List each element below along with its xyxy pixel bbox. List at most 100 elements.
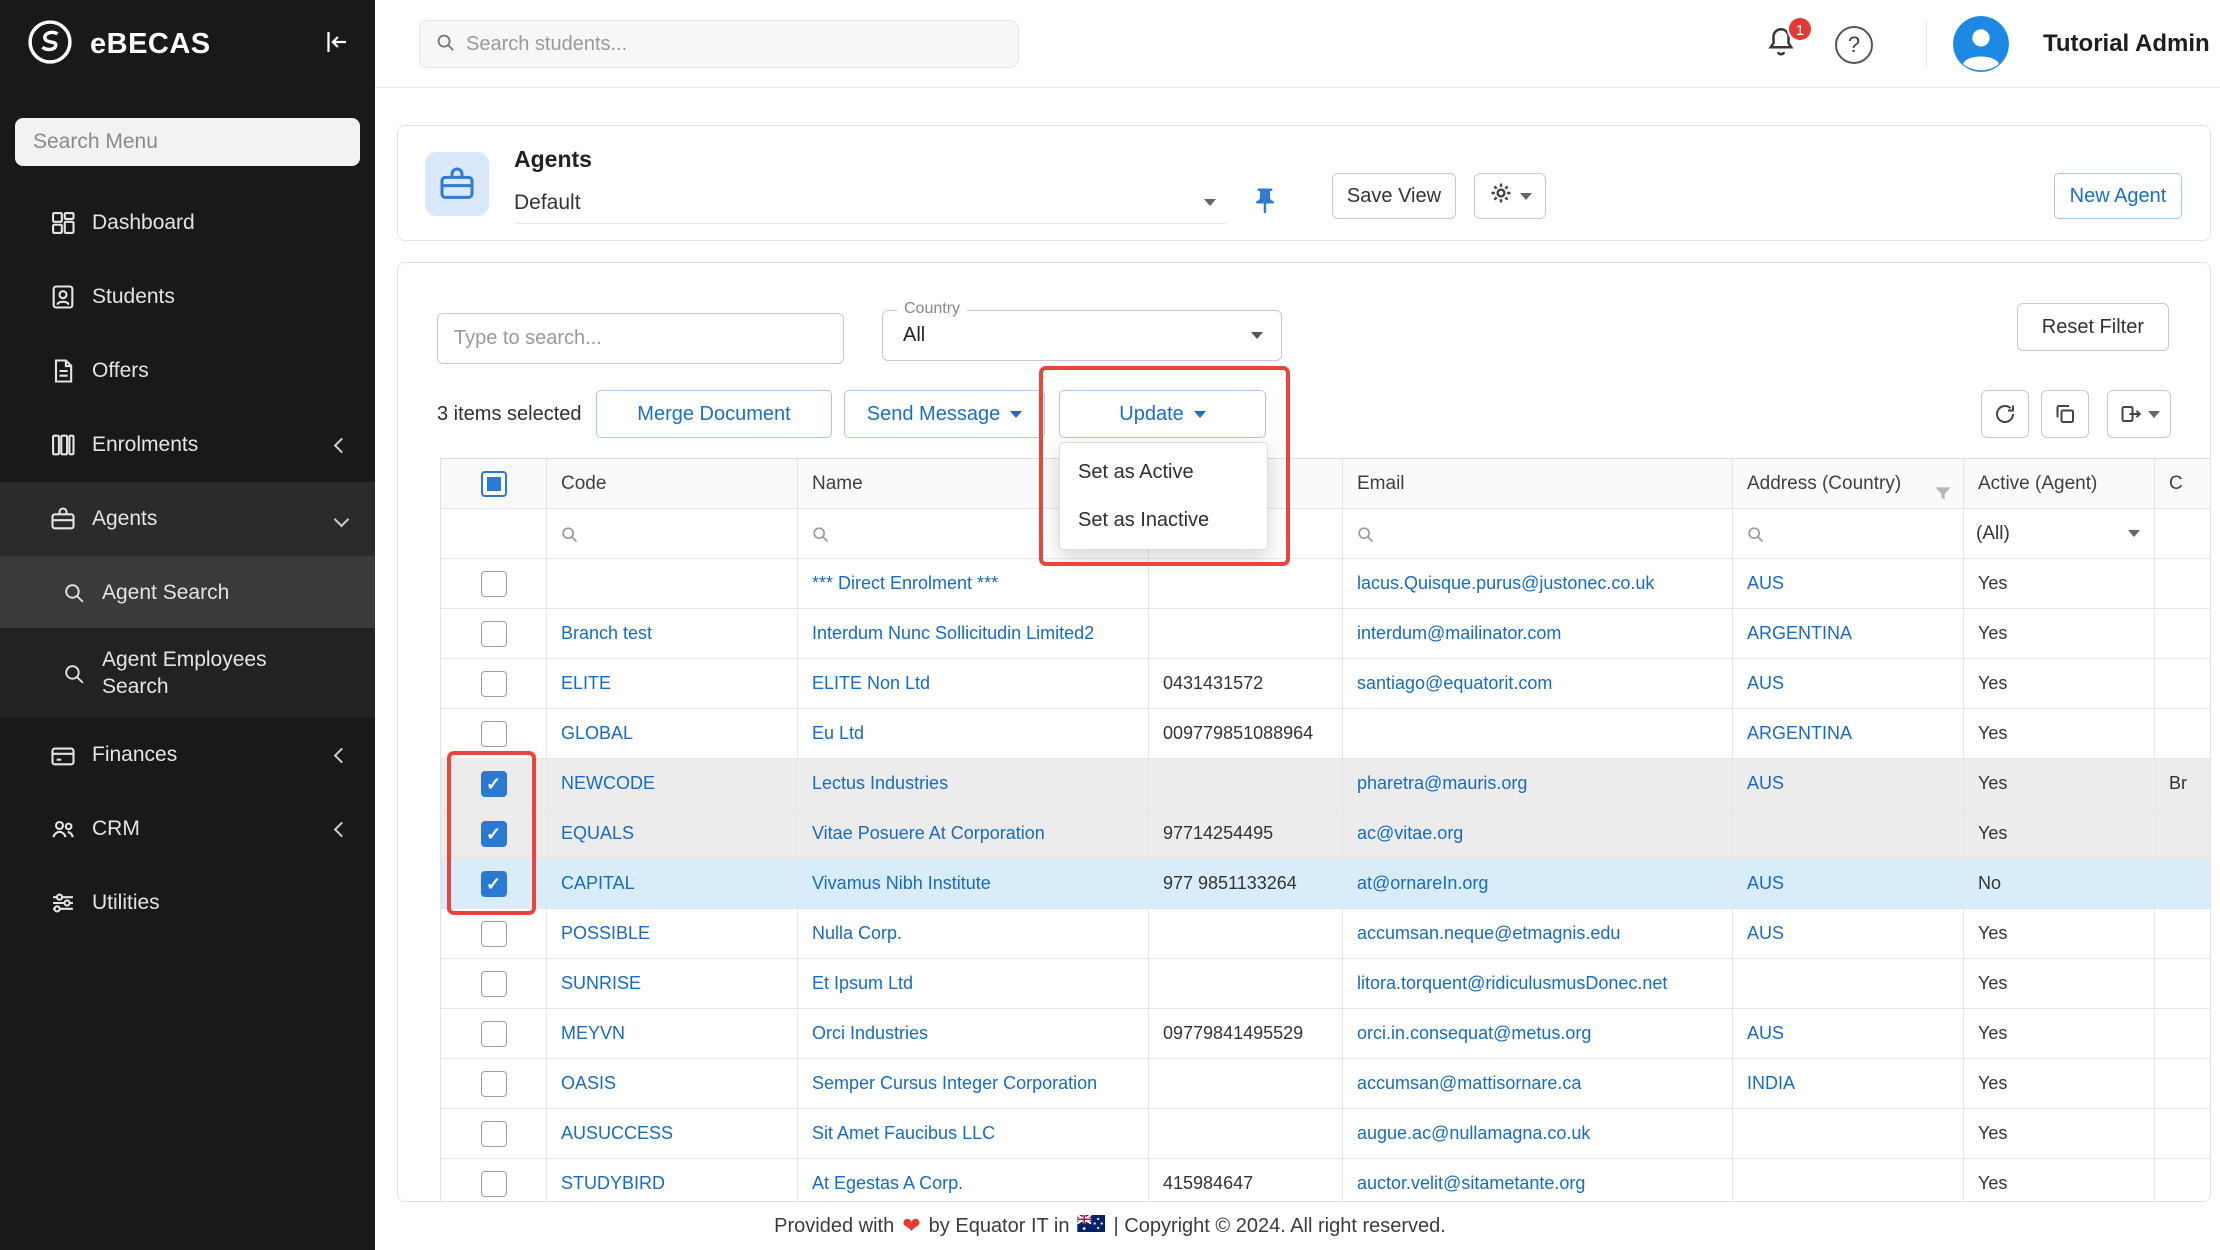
cell-code[interactable]: STUDYBIRD — [547, 1159, 798, 1202]
cell-email[interactable]: interdum@mailinator.com — [1343, 609, 1733, 659]
table-row[interactable]: CAPITAL Vivamus Nibh Institute 977 98511… — [441, 859, 2211, 909]
sidebar-search-input[interactable] — [15, 118, 360, 166]
row-checkbox[interactable] — [481, 1021, 507, 1047]
update-menu-item[interactable]: Set as Inactive — [1060, 496, 1267, 544]
column-email[interactable]: Email — [1343, 459, 1733, 509]
cell-name[interactable]: Semper Cursus Integer Corporation — [798, 1059, 1149, 1109]
cell-code[interactable]: SUNRISE — [547, 959, 798, 1009]
cell-email[interactable] — [1343, 709, 1733, 759]
cell-address[interactable] — [1733, 809, 1964, 859]
notifications-button[interactable]: 1 — [1763, 24, 1805, 66]
table-row[interactable]: AUSUCCESS Sit Amet Faucibus LLC augue.ac… — [441, 1109, 2211, 1159]
row-select-cell[interactable] — [441, 759, 547, 809]
cell-code[interactable]: AUSUCCESS — [547, 1109, 798, 1159]
row-checkbox[interactable] — [481, 1171, 507, 1197]
cell-code[interactable]: EQUALS — [547, 809, 798, 859]
sidebar-item-finances[interactable]: Finances — [0, 718, 375, 792]
filter-cell-active[interactable]: (All) — [1964, 509, 2155, 559]
sidebar-item-agent-search[interactable]: Agent Search — [0, 556, 375, 628]
cell-code[interactable]: GLOBAL — [547, 709, 798, 759]
filter-cell-email[interactable] — [1343, 509, 1733, 559]
refresh-button[interactable] — [1981, 390, 2029, 438]
filter-cell-code[interactable] — [547, 509, 798, 559]
cell-name[interactable]: Eu Ltd — [798, 709, 1149, 759]
cell-name[interactable]: At Egestas A Corp. — [798, 1159, 1149, 1202]
table-row[interactable]: *** Direct Enrolment *** lacus.Quisque.p… — [441, 559, 2211, 609]
cell-name[interactable]: Sit Amet Faucibus LLC — [798, 1109, 1149, 1159]
cell-code[interactable]: ELITE — [547, 659, 798, 709]
export-button[interactable] — [2107, 390, 2171, 438]
table-search-input[interactable] — [437, 313, 844, 364]
column-extra[interactable]: C — [2155, 459, 2211, 509]
sidebar-item-enrolments[interactable]: Enrolments — [0, 408, 375, 482]
cell-code[interactable]: NEWCODE — [547, 759, 798, 809]
cell-name[interactable]: ELITE Non Ltd — [798, 659, 1149, 709]
country-filter-select[interactable]: Country All — [882, 310, 1282, 361]
cell-code[interactable]: MEYVN — [547, 1009, 798, 1059]
cell-name[interactable]: Vitae Posuere At Corporation — [798, 809, 1149, 859]
row-checkbox[interactable] — [481, 1121, 507, 1147]
row-checkbox[interactable] — [481, 1071, 507, 1097]
cell-code[interactable]: POSSIBLE — [547, 909, 798, 959]
row-select-cell[interactable] — [441, 809, 547, 859]
cell-address[interactable] — [1733, 1109, 1964, 1159]
cell-address[interactable] — [1733, 959, 1964, 1009]
cell-email[interactable]: litora.torquent@ridiculusmusDonec.net — [1343, 959, 1733, 1009]
update-menu-item[interactable]: Set as Active — [1060, 448, 1267, 496]
filter-funnel-icon[interactable] — [1933, 474, 1953, 509]
row-select-cell[interactable] — [441, 959, 547, 1009]
row-checkbox[interactable] — [481, 971, 507, 997]
sidebar-item-offers[interactable]: Offers — [0, 334, 375, 408]
cell-address[interactable]: AUS — [1733, 659, 1964, 709]
save-view-button[interactable]: Save View — [1332, 173, 1456, 219]
cell-name[interactable]: Lectus Industries — [798, 759, 1149, 809]
row-checkbox[interactable] — [481, 571, 507, 597]
cell-email[interactable]: pharetra@mauris.org — [1343, 759, 1733, 809]
row-checkbox[interactable] — [481, 871, 507, 897]
cell-address[interactable]: AUS — [1733, 859, 1964, 909]
help-button[interactable]: ? — [1835, 26, 1873, 64]
copy-button[interactable] — [2041, 390, 2089, 438]
sidebar-item-dashboard[interactable]: Dashboard — [0, 186, 375, 260]
row-checkbox[interactable] — [481, 921, 507, 947]
row-select-cell[interactable] — [441, 1059, 547, 1109]
reset-filter-button[interactable]: Reset Filter — [2017, 303, 2169, 351]
cell-email[interactable]: ac@vitae.org — [1343, 809, 1733, 859]
cell-email[interactable]: santiago@equatorit.com — [1343, 659, 1733, 709]
row-select-cell[interactable] — [441, 1009, 547, 1059]
cell-name[interactable]: *** Direct Enrolment *** — [798, 559, 1149, 609]
row-select-cell[interactable] — [441, 659, 547, 709]
filter-cell-address[interactable] — [1733, 509, 1964, 559]
cell-code[interactable]: CAPITAL — [547, 859, 798, 909]
sidebar-item-utilities[interactable]: Utilities — [0, 866, 375, 940]
send-message-button[interactable]: Send Message — [844, 390, 1045, 438]
row-checkbox[interactable] — [481, 671, 507, 697]
merge-document-button[interactable]: Merge Document — [596, 390, 832, 438]
table-row[interactable]: ELITE ELITE Non Ltd 0431431572 santiago@… — [441, 659, 2211, 709]
cell-address[interactable]: AUS — [1733, 1009, 1964, 1059]
row-select-cell[interactable] — [441, 559, 547, 609]
cell-name[interactable]: Et Ipsum Ltd — [798, 959, 1149, 1009]
cell-address[interactable]: INDIA — [1733, 1059, 1964, 1109]
new-agent-button[interactable]: New Agent — [2054, 173, 2182, 219]
cell-address[interactable]: AUS — [1733, 759, 1964, 809]
cell-name[interactable]: Interdum Nunc Sollicitudin Limited2 — [798, 609, 1149, 659]
select-all-cell[interactable] — [441, 459, 547, 509]
pin-view-button[interactable] — [1250, 186, 1280, 221]
cell-email[interactable]: accumsan.neque@etmagnis.edu — [1343, 909, 1733, 959]
collapse-sidebar-icon[interactable] — [321, 27, 351, 62]
cell-email[interactable]: orci.in.consequat@metus.org — [1343, 1009, 1733, 1059]
cell-address[interactable]: ARGENTINA — [1733, 709, 1964, 759]
column-code[interactable]: Code — [547, 459, 798, 509]
table-row[interactable]: SUNRISE Et Ipsum Ltd litora.torquent@rid… — [441, 959, 2211, 1009]
row-checkbox[interactable] — [481, 721, 507, 747]
cell-name[interactable]: Vivamus Nibh Institute — [798, 859, 1149, 909]
cell-email[interactable]: lacus.Quisque.purus@justonec.co.uk — [1343, 559, 1733, 609]
cell-address[interactable] — [1733, 1159, 1964, 1202]
row-select-cell[interactable] — [441, 909, 547, 959]
row-select-cell[interactable] — [441, 1109, 547, 1159]
cell-code[interactable] — [547, 559, 798, 609]
table-row[interactable]: STUDYBIRD At Egestas A Corp. 415984647 a… — [441, 1159, 2211, 1202]
cell-code[interactable]: Branch test — [547, 609, 798, 659]
row-checkbox[interactable] — [481, 621, 507, 647]
